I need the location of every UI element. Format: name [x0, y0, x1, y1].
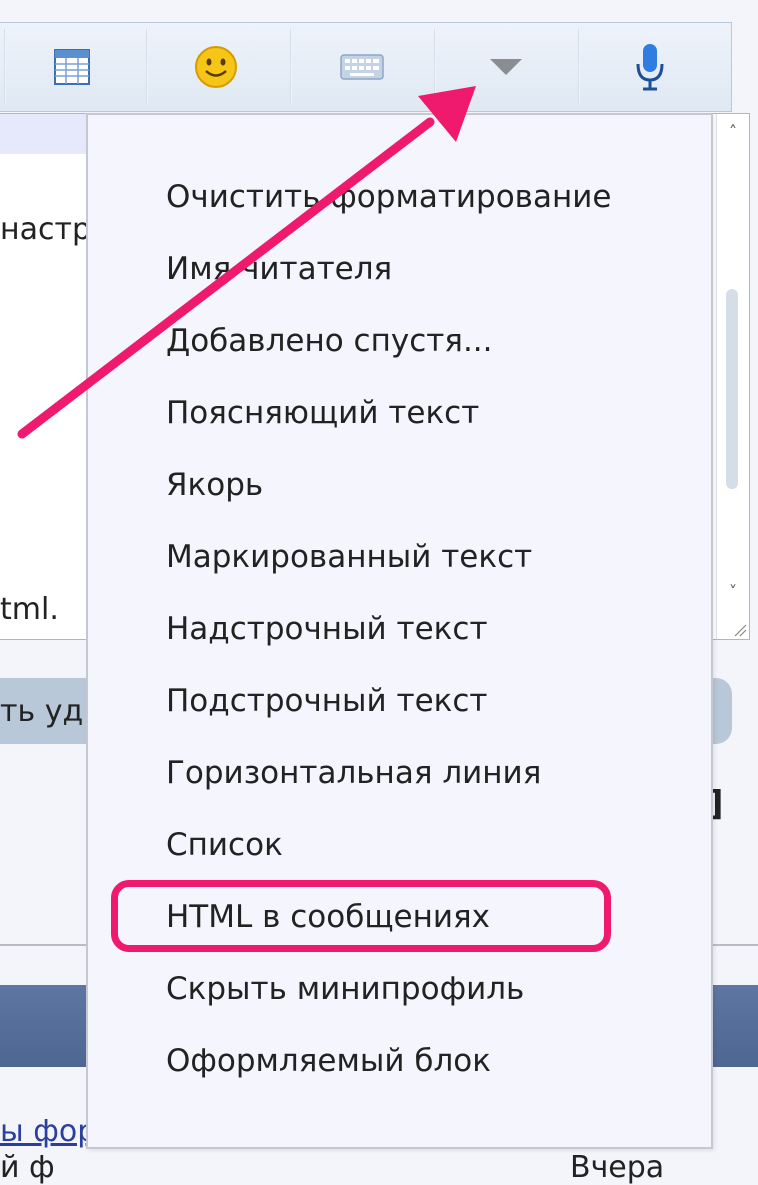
arrow-annotation: [17, 86, 476, 439]
